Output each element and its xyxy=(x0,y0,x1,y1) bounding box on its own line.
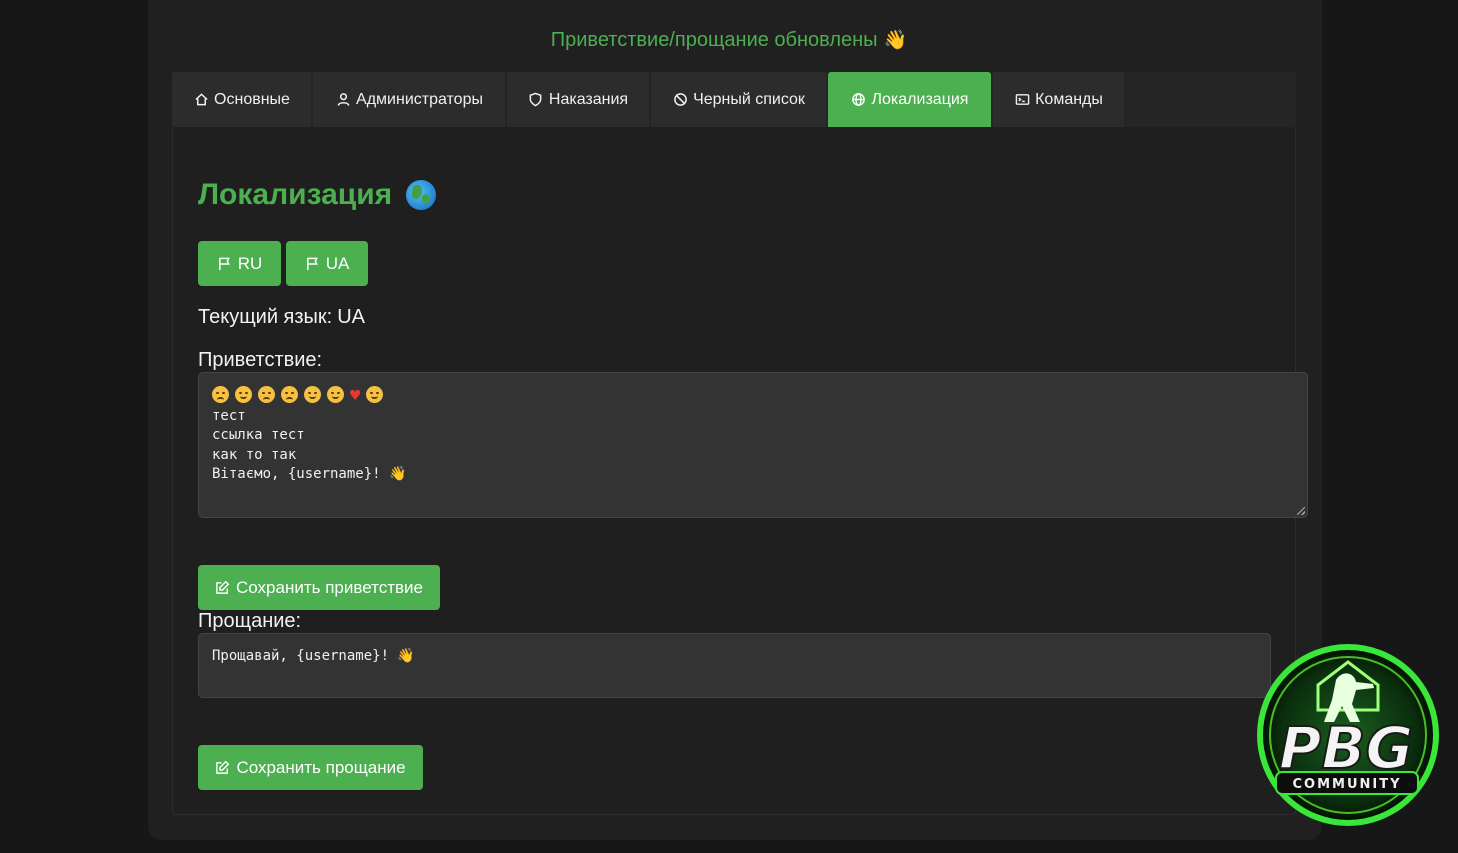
tab-label: Черный список xyxy=(693,90,805,108)
wave-icon: 👋 xyxy=(883,30,908,51)
tab-blacklist[interactable]: Черный список xyxy=(651,72,826,127)
user-icon xyxy=(335,92,351,108)
greeting-line: Вітаємо, {username}! 👋 xyxy=(212,466,407,482)
tab-bar: Основные Администраторы Наказания Черный… xyxy=(172,72,1296,127)
logo-sub-text: COMMUNITY xyxy=(1292,777,1401,792)
save-greeting-button[interactable]: Сохранить приветствие xyxy=(198,565,440,610)
save-greeting-label: Сохранить приветствие xyxy=(236,577,423,597)
flag-icon xyxy=(218,257,230,271)
smile-emoji-icon xyxy=(304,386,321,403)
page-title-text: Локализация xyxy=(198,178,393,211)
tab-commands[interactable]: Команды xyxy=(993,72,1124,127)
status-notice: Приветствие/прощание обновлены 👋 xyxy=(0,28,1458,52)
shield-icon xyxy=(528,92,544,108)
save-farewell-label: Сохранить прощание xyxy=(236,757,406,777)
greeting-line: как то так xyxy=(212,446,297,463)
language-ru-button[interactable]: RU xyxy=(198,241,281,286)
edit-icon xyxy=(216,580,230,594)
save-farewell-button[interactable]: Сохранить прощание xyxy=(198,745,423,790)
greeting-line: тест xyxy=(212,407,246,424)
tab-label: Команды xyxy=(1035,90,1103,108)
farewell-label: Прощание: xyxy=(198,610,302,632)
grin-emoji-icon xyxy=(327,386,344,403)
globe-icon xyxy=(851,92,867,108)
terminal-icon xyxy=(1014,92,1030,108)
notice-text: Приветствие/прощание обновлены xyxy=(550,29,878,51)
current-language-value: UA xyxy=(337,306,366,328)
emoji-row: ♥ xyxy=(212,386,1294,407)
edit-icon xyxy=(216,760,230,774)
earth-globe-icon xyxy=(406,180,437,210)
tab-label: Локализация xyxy=(871,90,969,108)
page-title: Локализация xyxy=(198,178,437,212)
farewell-line: Прощавай, {username}! 👋 xyxy=(212,648,415,664)
tab-label: Основные xyxy=(214,90,290,108)
worried-emoji-icon xyxy=(281,386,298,403)
tab-label: Администраторы xyxy=(356,90,483,108)
pbg-community-logo: PBG COMMUNITY xyxy=(1257,644,1439,826)
tab-punishments[interactable]: Наказания xyxy=(507,72,649,127)
grin-emoji-icon xyxy=(235,386,252,403)
language-label: RU xyxy=(237,253,263,273)
greeting-line: ссылка тест xyxy=(212,427,305,443)
farewell-textarea[interactable]: Прощавай, {username}! 👋 xyxy=(198,633,1271,698)
frown-emoji-icon xyxy=(258,386,275,403)
tab-basic[interactable]: Основные xyxy=(172,72,311,127)
resize-handle[interactable] xyxy=(1297,507,1305,515)
language-label: UA xyxy=(325,253,350,273)
current-language-label: Текущий язык: xyxy=(198,306,333,328)
pensive-emoji-icon xyxy=(212,386,229,403)
language-ua-button[interactable]: UA xyxy=(286,241,368,286)
heart-icon: ♥ xyxy=(350,386,361,406)
greeting-textarea[interactable]: ♥ тест ссылка тест как то так Вітаємо, {… xyxy=(198,372,1308,518)
greeting-label: Приветствие: xyxy=(198,349,323,371)
tab-localization[interactable]: Локализация xyxy=(828,72,991,127)
ban-icon xyxy=(672,92,688,108)
tab-label: Наказания xyxy=(548,90,629,108)
flag-icon xyxy=(306,257,318,271)
current-language: Текущий язык: UA xyxy=(198,306,365,329)
kiss-emoji-icon xyxy=(366,386,384,403)
tab-admins[interactable]: Администраторы xyxy=(313,72,505,127)
home-icon xyxy=(193,92,209,108)
